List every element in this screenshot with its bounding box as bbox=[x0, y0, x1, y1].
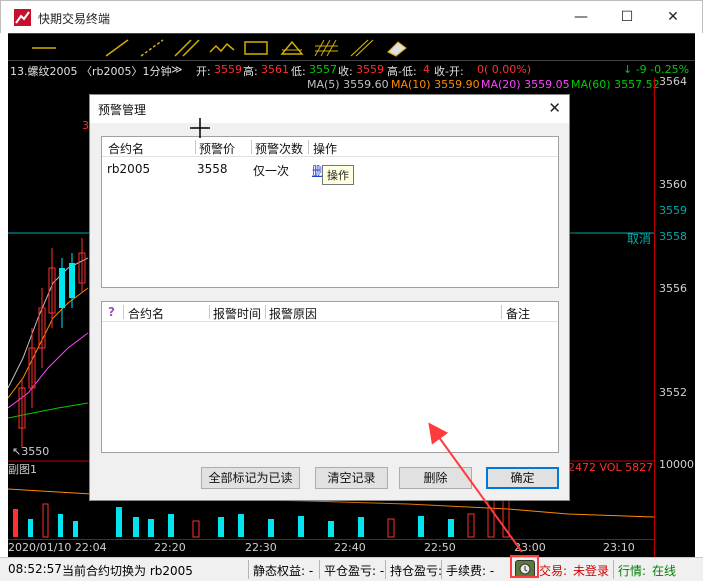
quote-info-bar: 13.螺纹2005 〈rb2005〉1分钟 ≫ 开: 3559 高: 3561 … bbox=[10, 63, 690, 78]
parallel-line-icon[interactable] bbox=[173, 38, 201, 58]
range-value: 4 bbox=[423, 63, 430, 76]
low-marker: ↖3550 bbox=[12, 445, 50, 458]
price-axis: 3564 3560 3559 3558 3556 3552 10000 bbox=[654, 75, 695, 557]
drawing-toolbar bbox=[8, 33, 695, 61]
status-bar: 08:52:57 当前合约切换为 rb2005 静态权益: - 平仓盈亏: - … bbox=[0, 557, 703, 581]
alert-contract: rb2005 bbox=[107, 162, 151, 176]
dialog-title: 预警管理 bbox=[98, 103, 147, 117]
price-label: 3559 bbox=[659, 204, 687, 217]
table-header: 合约名 预警价 预警次数 操作 bbox=[102, 137, 558, 157]
column-header[interactable]: 备注 bbox=[506, 305, 530, 322]
time-label: 2020/01/10 22:04 bbox=[8, 541, 107, 554]
close-pnl: 平仓盈亏: - bbox=[324, 564, 385, 578]
polyline-icon[interactable] bbox=[208, 38, 236, 58]
delete-button[interactable]: 删除 bbox=[399, 467, 472, 489]
alert-bell-icon[interactable] bbox=[515, 560, 535, 578]
peak-marker: 3 bbox=[82, 119, 89, 132]
eraser-icon[interactable] bbox=[382, 38, 410, 58]
segment-line-icon[interactable] bbox=[103, 38, 131, 58]
price-label: 3560 bbox=[659, 178, 687, 191]
action-tooltip: 操作 bbox=[322, 165, 354, 185]
cancel-alert-label[interactable]: 取消 bbox=[627, 230, 651, 247]
letter-f-icon[interactable] bbox=[348, 38, 376, 58]
price-label: 3558 bbox=[659, 230, 687, 243]
alert-count: 仅一次 bbox=[253, 164, 290, 178]
open-price: 3559 bbox=[214, 63, 242, 76]
dialog-close-button[interactable]: ✕ bbox=[548, 99, 561, 117]
maximize-button[interactable]: ☐ bbox=[605, 5, 649, 30]
minimize-button[interactable]: — bbox=[559, 5, 603, 30]
contract-label: 13.螺纹2005 〈rb2005〉1分钟 bbox=[10, 65, 172, 78]
unread-status-icon: ? bbox=[108, 305, 115, 319]
market-label: 行情: bbox=[618, 564, 647, 578]
window-titlebar: 快期交易终端 — ☐ ✕ bbox=[0, 0, 703, 33]
clear-records-button[interactable]: 清空记录 bbox=[315, 467, 388, 489]
time-label: 22:50 bbox=[424, 541, 456, 554]
trade-label: 交易: bbox=[539, 564, 568, 578]
ok-button[interactable]: 确定 bbox=[486, 467, 559, 489]
column-header[interactable]: 合约名 bbox=[108, 140, 144, 157]
time-label: 22:20 bbox=[154, 541, 186, 554]
clock-time: 08:52:57 bbox=[8, 562, 62, 576]
period-dropdown-icon[interactable]: ≫ bbox=[171, 63, 183, 76]
fibonacci-icon[interactable] bbox=[312, 38, 340, 58]
column-header[interactable]: 预警次数 bbox=[255, 140, 303, 157]
mark-all-read-button[interactable]: 全部标记为已读 bbox=[201, 467, 300, 489]
price-label: 3552 bbox=[659, 386, 687, 399]
crosshair-cursor-icon bbox=[190, 118, 210, 138]
trade-status: 未登录 bbox=[573, 564, 610, 578]
time-axis: 2020/01/10 22:04 22:20 22:30 22:40 22:50… bbox=[8, 539, 654, 557]
sub-chart-label: 副图1 bbox=[8, 463, 37, 476]
time-label: 23:00 bbox=[514, 541, 546, 554]
static-equity: 静态权益: - bbox=[253, 564, 314, 578]
column-header[interactable]: 操作 bbox=[313, 140, 337, 157]
close-price: 3559 bbox=[356, 63, 384, 76]
column-header[interactable]: 预警价 bbox=[199, 140, 235, 157]
market-status: 在线 bbox=[652, 564, 677, 578]
window-title: 快期交易终端 bbox=[38, 12, 111, 26]
column-header[interactable]: 报警原因 bbox=[269, 305, 317, 322]
time-label: 22:30 bbox=[245, 541, 277, 554]
change-value: 0( 0.00%) bbox=[477, 63, 532, 76]
price-label: 3556 bbox=[659, 282, 687, 295]
horizontal-line-icon[interactable] bbox=[30, 38, 58, 58]
app-logo-icon bbox=[14, 9, 31, 26]
alert-price: 3558 bbox=[197, 162, 228, 176]
alert-record-table[interactable]: ? 合约名 报警时间 报警原因 备注 bbox=[101, 301, 559, 453]
column-header[interactable]: 合约名 bbox=[128, 305, 164, 322]
table-header: ? 合约名 报警时间 报警原因 备注 bbox=[102, 302, 558, 322]
volume-axis-label: 10000 bbox=[659, 458, 694, 471]
rectangle-icon[interactable] bbox=[242, 38, 270, 58]
dialog-titlebar: 预警管理 ✕ bbox=[90, 95, 569, 123]
alert-management-dialog: 预警管理 ✕ 合约名 预警价 预警次数 操作 rb2005 3558 仅一次 删… bbox=[89, 94, 570, 501]
column-header[interactable]: 报警时间 bbox=[213, 305, 261, 322]
ray-line-icon[interactable] bbox=[138, 38, 166, 58]
triangle-icon[interactable] bbox=[278, 38, 306, 58]
close-window-button[interactable]: ✕ bbox=[651, 5, 695, 30]
alert-list-table[interactable]: 合约名 预警价 预警次数 操作 rb2005 3558 仅一次 删除 bbox=[101, 136, 559, 288]
high-price: 3561 bbox=[261, 63, 289, 76]
price-label: 3564 bbox=[659, 75, 687, 88]
low-price: 3557 bbox=[309, 63, 337, 76]
time-label: 23:10 bbox=[603, 541, 635, 554]
time-label: 22:40 bbox=[334, 541, 366, 554]
status-message: 当前合约切换为 rb2005 bbox=[62, 564, 193, 578]
fee: 手续费: - bbox=[446, 564, 495, 578]
volume-readout: -2472 VOL 5827 bbox=[564, 461, 654, 474]
